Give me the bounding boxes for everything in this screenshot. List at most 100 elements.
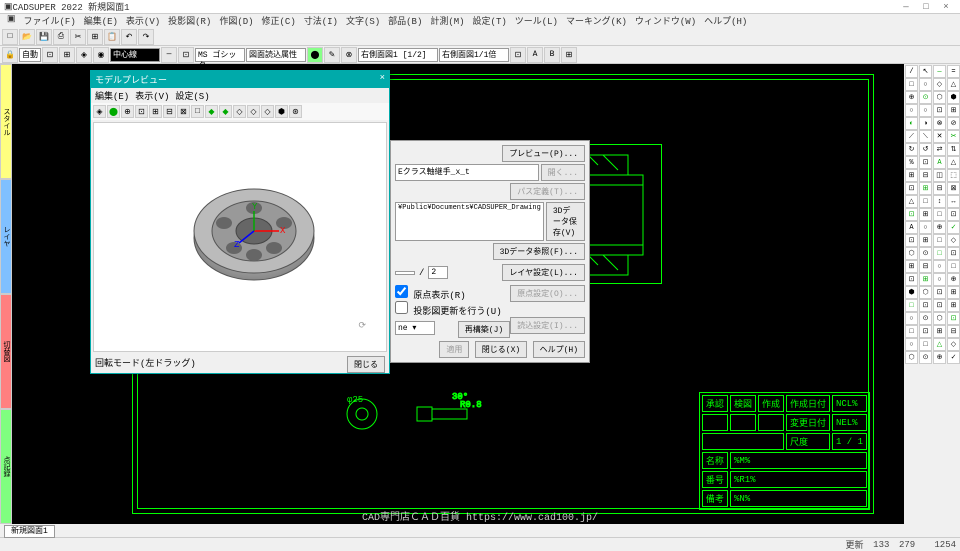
toolbox-icon[interactable]: ⊕ xyxy=(933,351,946,364)
toolbox-icon[interactable]: ⊞ xyxy=(919,208,932,221)
dlg-tool-icon[interactable]: ◇ xyxy=(247,105,260,118)
tool-icon[interactable]: — xyxy=(161,47,177,63)
toolbox-icon[interactable]: ⊟ xyxy=(919,260,932,273)
menu-view[interactable]: 表示(V) xyxy=(123,14,163,28)
close-button[interactable]: 閉じる xyxy=(347,356,385,373)
toolbox-icon[interactable]: ↺ xyxy=(919,143,932,156)
toolbox-icon[interactable]: ⊕ xyxy=(933,221,946,234)
pen-icon[interactable]: ✎ xyxy=(324,47,340,63)
dlg-tool-icon[interactable]: ⊛ xyxy=(289,105,302,118)
toolbox-icon[interactable]: ◇ xyxy=(947,234,960,247)
combo-field[interactable]: ne ▾ xyxy=(395,321,435,335)
toolbox-icon[interactable]: ⊠ xyxy=(947,182,960,195)
toolbox-icon[interactable]: ⊟ xyxy=(933,182,946,195)
toolbox-icon[interactable]: □ xyxy=(919,195,932,208)
update-checkbox[interactable] xyxy=(395,301,408,314)
toolbox-icon[interactable]: ⊞ xyxy=(919,273,932,286)
toolbox-icon[interactable]: ⊟ xyxy=(947,325,960,338)
toolbox-icon[interactable]: ⊘ xyxy=(947,117,960,130)
tab-switch[interactable]: 切替図 xyxy=(0,294,12,409)
toolbox-icon[interactable]: ↻ xyxy=(905,143,918,156)
tool-icon[interactable]: A xyxy=(527,47,543,63)
toolbox-icon[interactable]: ⊗ xyxy=(933,117,946,130)
toolbox-icon[interactable]: ⊙ xyxy=(919,247,932,260)
dlg-tool-icon[interactable]: ⬢ xyxy=(275,105,288,118)
toolbox-icon[interactable]: □ xyxy=(905,78,918,91)
rebuild-button[interactable]: 再構築(J) xyxy=(458,321,510,338)
close-button[interactable]: × xyxy=(936,2,956,12)
menu-proj[interactable]: 投影図(R) xyxy=(165,14,214,28)
toolbox-icon[interactable]: ⊡ xyxy=(905,208,918,221)
toolbox-icon[interactable]: ⊞ xyxy=(947,104,960,117)
toolbox-icon[interactable]: ⊡ xyxy=(919,156,932,169)
menu-draw[interactable]: 作図(D) xyxy=(216,14,256,28)
toolbox-icon[interactable]: □ xyxy=(919,338,932,351)
toolbox-icon[interactable]: ○ xyxy=(933,260,946,273)
toolbox-icon[interactable]: — xyxy=(933,65,946,78)
toolbox-icon[interactable]: ✕ xyxy=(933,130,946,143)
toolbox-icon[interactable]: ⊞ xyxy=(933,325,946,338)
menu-edit[interactable]: 編集(E) xyxy=(81,14,121,28)
pathdef-button[interactable]: パス定義(T)... xyxy=(510,183,585,200)
tool-icon[interactable]: ⊡ xyxy=(178,47,194,63)
dlg-menu-view[interactable]: 表示(V) xyxy=(135,89,169,102)
toolbox-icon[interactable]: ↔ xyxy=(947,195,960,208)
tool-icon[interactable]: ⊗ xyxy=(341,47,357,63)
apply-button[interactable]: 適用 xyxy=(439,341,469,358)
toolbox-icon[interactable]: ⊡ xyxy=(905,234,918,247)
minimize-button[interactable]: — xyxy=(896,2,916,12)
drawing-tab[interactable]: 新規図面1 xyxy=(4,525,55,538)
ref3d-button[interactable]: 3Dデータ参照(F)... xyxy=(493,243,585,260)
toolbox-icon[interactable]: △ xyxy=(933,338,946,351)
toolbox-icon[interactable]: □ xyxy=(933,247,946,260)
toolbox-icon[interactable]: ○ xyxy=(905,104,918,117)
dlg-tool-icon[interactable]: ⬤ xyxy=(107,105,120,118)
menu-file[interactable]: ファイル(F) xyxy=(21,14,79,28)
tab-layer[interactable]: レイヤ xyxy=(0,179,12,294)
toolbox-icon[interactable]: □ xyxy=(933,208,946,221)
menu-tool[interactable]: ツール(L) xyxy=(512,14,561,28)
num-field[interactable] xyxy=(395,271,415,275)
dlg-tool-icon[interactable]: ⊕ xyxy=(121,105,134,118)
dlg-tool-icon[interactable]: ◈ xyxy=(93,105,106,118)
menu-measure[interactable]: 計測(M) xyxy=(427,14,467,28)
path1-field[interactable]: Eクラス軸継手_x_t xyxy=(395,164,539,181)
tool-icon[interactable]: ◈ xyxy=(76,47,92,63)
tool-icon[interactable]: ⊡ xyxy=(42,47,58,63)
toolbox-icon[interactable]: ⟍ xyxy=(919,130,932,143)
maximize-button[interactable]: □ xyxy=(916,2,936,12)
toolbox-icon[interactable]: ⊡ xyxy=(905,273,918,286)
auto-select[interactable]: 自動 xyxy=(19,48,41,62)
tool-icon[interactable]: B xyxy=(544,47,560,63)
dialog-titlebar[interactable]: モデルプレビュー × xyxy=(91,71,389,88)
preview-button[interactable]: プレビュー(P)... xyxy=(502,145,585,162)
toolbox-icon[interactable]: ◇ xyxy=(933,78,946,91)
menu-window[interactable]: ウィンドウ(W) xyxy=(632,14,699,28)
path2-field[interactable]: ¥Public¥Documents¥CADSUPER_Drawing xyxy=(395,202,544,241)
dlg-tool-icon[interactable]: ⊞ xyxy=(149,105,162,118)
toolbox-icon[interactable]: ⊕ xyxy=(947,273,960,286)
toolbox-icon[interactable]: ⊡ xyxy=(947,247,960,260)
toolbox-icon[interactable]: ⊞ xyxy=(919,234,932,247)
toolbox-icon[interactable]: ◑ xyxy=(919,117,932,130)
toolbox-icon[interactable]: ⊡ xyxy=(905,182,918,195)
toolbox-icon[interactable]: ✓ xyxy=(947,351,960,364)
toolbox-icon[interactable]: / xyxy=(905,65,918,78)
read-button[interactable]: 読込設定(I)... xyxy=(510,317,585,334)
toolbox-icon[interactable]: A xyxy=(905,221,918,234)
menu-modify[interactable]: 修正(C) xyxy=(259,14,299,28)
toolbox-icon[interactable]: △ xyxy=(947,78,960,91)
new-icon[interactable]: □ xyxy=(2,29,18,45)
toolbox-icon[interactable]: ↖ xyxy=(919,65,932,78)
toolbox-icon[interactable]: ⊞ xyxy=(919,182,932,195)
tab-point[interactable]: 点記録 xyxy=(0,409,12,524)
menu-help[interactable]: ヘルプ(H) xyxy=(701,14,750,28)
copy-icon[interactable]: ⊞ xyxy=(87,29,103,45)
paste-icon[interactable]: 📋 xyxy=(104,29,120,45)
save-icon[interactable]: 💾 xyxy=(36,29,52,45)
toolbox-icon[interactable]: % xyxy=(905,156,918,169)
help-button[interactable]: ヘルプ(H) xyxy=(533,341,585,358)
toolbox-icon[interactable]: ↕ xyxy=(933,195,946,208)
toolbox-icon[interactable]: □ xyxy=(905,299,918,312)
toolbox-icon[interactable]: ⬢ xyxy=(947,91,960,104)
